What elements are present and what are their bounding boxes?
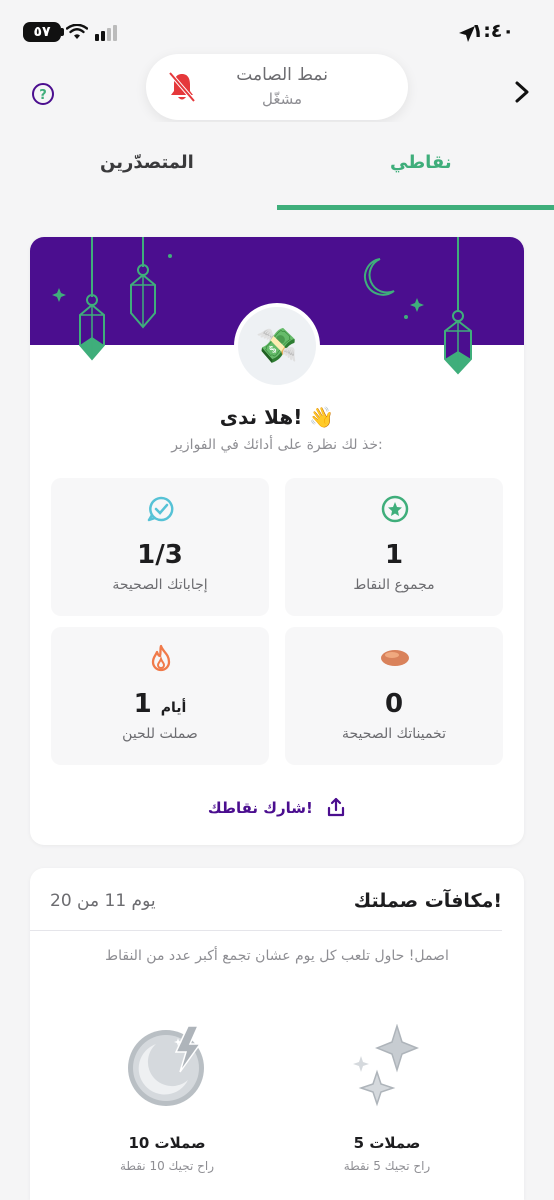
share-icon <box>328 797 345 817</box>
share-points-label: شارك نقاطك! <box>207 799 313 817</box>
streak-value: 1 <box>133 689 152 719</box>
reward-5-title: 5 صملات <box>353 1134 421 1152</box>
rewards-day-progress: يوم 11 من 20 <box>50 891 156 911</box>
share-points-button[interactable]: شارك نقاطك! <box>30 797 524 817</box>
bell-muted-icon <box>168 71 196 103</box>
rewards-hint: اصمل! حاول تلعب كل يوم عشان تجمع أكبر عد… <box>105 948 449 964</box>
greeting-title: هلا ندى! 👋 <box>219 405 335 429</box>
reward-5-subtitle: راح تجيك 5 نقطة <box>343 1159 431 1173</box>
silent-mode-banner: نمط الصامت مشغّل <box>146 54 408 120</box>
avatar: 💸 <box>234 303 320 389</box>
tab-bar: نقاطي المتصدّرين <box>0 122 554 210</box>
svg-text:?: ? <box>39 88 47 103</box>
silent-mode-status: مشغّل <box>261 90 302 108</box>
streak-value-row: 1 أيام <box>51 689 269 719</box>
stat-correct-guesses: 0 تخميناتك الصحيحة <box>285 627 503 765</box>
help-icon[interactable]: ? <box>31 82 55 106</box>
rewards-title: مكافآت صملتك! <box>353 890 502 912</box>
chevron-right-icon[interactable] <box>512 80 532 104</box>
chat-check-icon <box>147 496 174 522</box>
star-badge-icon <box>381 495 409 523</box>
correct-guesses-value: 0 <box>384 689 404 719</box>
wifi-icon <box>66 24 88 39</box>
total-points-value: 1 <box>384 540 404 570</box>
stat-correct-answers: 1/3 إجاباتك الصحيحة <box>51 478 269 616</box>
streak-unit: أيام <box>160 700 187 716</box>
points-card: 💸 هلا ندى! 👋 خذ لك نظرة على أدائك في الف… <box>30 237 524 845</box>
streak-label: صملت للحين <box>122 726 198 742</box>
correct-answers-value: 1/3 <box>137 540 183 570</box>
tab-leaderboard[interactable]: المتصدّرين <box>100 152 194 173</box>
reward-10-subtitle: راح تجيك 10 نقطة <box>119 1159 215 1173</box>
status-time: ١:٤٠ <box>471 20 514 42</box>
stat-total-points: 1 مجموع النقاط <box>285 478 503 616</box>
rewards-card: مكافآت صملتك! يوم 11 من 20 اصمل! حاول تل… <box>30 868 524 1200</box>
rewards-divider <box>30 930 502 931</box>
flame-icon <box>151 644 171 672</box>
correct-guesses-label: تخميناتك الصحيحة <box>342 726 446 742</box>
signal-icon <box>95 25 117 41</box>
moon-bolt-reward-icon <box>128 1025 204 1106</box>
reward-10-title: 10 صملات <box>128 1134 206 1152</box>
battery-indicator: ٥٧ <box>23 22 61 42</box>
greeting-subtitle: خذ لك نظرة على أدائك في الفوازير: <box>171 437 383 453</box>
battery-tip <box>61 28 64 36</box>
tab-my-points[interactable]: نقاطي <box>390 152 452 173</box>
silent-mode-title: نمط الصامت <box>236 65 328 85</box>
status-bar: ٥٧ ١:٤٠ <box>0 0 554 62</box>
sparkles-reward-icon <box>353 1024 420 1107</box>
date-fruit-icon <box>381 650 409 666</box>
stat-streak: 1 أيام صملت للحين <box>51 627 269 765</box>
correct-answers-label: إجاباتك الصحيحة <box>112 577 208 593</box>
total-points-label: مجموع النقاط <box>353 577 435 593</box>
